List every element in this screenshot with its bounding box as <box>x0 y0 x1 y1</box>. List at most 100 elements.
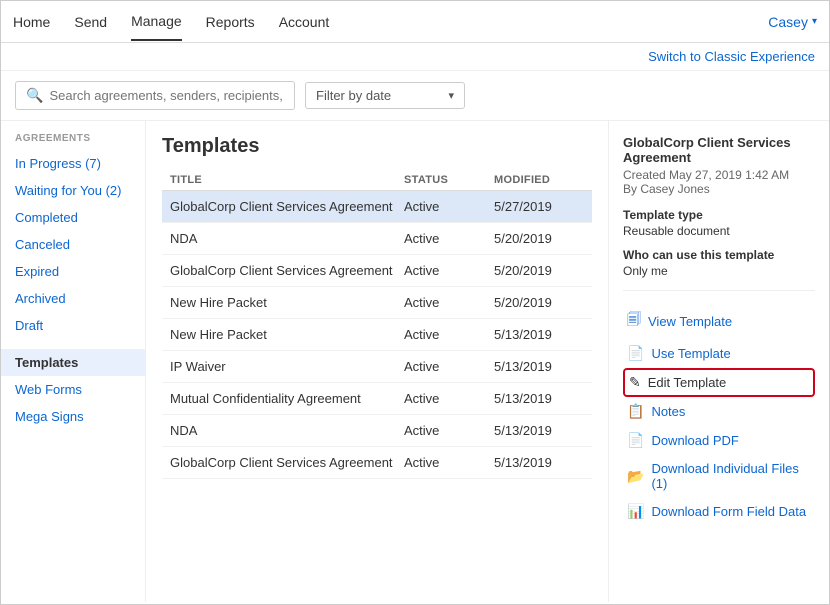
nav-user[interactable]: Casey ▾ <box>768 14 817 30</box>
row-status: Active <box>404 391 494 406</box>
panel-actions: 🗐 View Template 📄 Use Template ✎ Edit Te… <box>623 303 815 526</box>
nav-manage[interactable]: Manage <box>131 3 182 41</box>
sidebar-item-templates[interactable]: Templates <box>1 349 145 376</box>
sidebar: AGREEMENTS In Progress (7) Waiting for Y… <box>1 121 146 602</box>
search-icon: 🔍 <box>26 87 43 104</box>
nav-items: Home Send Manage Reports Account <box>13 3 768 41</box>
table-row[interactable]: Mutual Confidentiality Agreement Active … <box>162 383 592 415</box>
row-date: 5/13/2019 <box>494 455 584 470</box>
filter-date-chevron-icon: ▾ <box>448 89 454 102</box>
user-chevron-icon: ▾ <box>812 16 817 27</box>
pdf-icon: 📄 <box>627 432 644 449</box>
nav-send[interactable]: Send <box>74 4 107 40</box>
panel-action-edit-template[interactable]: ✎ Edit Template <box>623 368 815 397</box>
sidebar-divider <box>1 339 145 349</box>
main-layout: AGREEMENTS In Progress (7) Waiting for Y… <box>1 121 829 602</box>
row-date: 5/13/2019 <box>494 327 584 342</box>
row-date: 5/13/2019 <box>494 359 584 374</box>
top-nav: Home Send Manage Reports Account Casey ▾ <box>1 1 829 43</box>
action-label: Download Individual Files (1) <box>651 461 811 491</box>
table-row[interactable]: New Hire Packet Active 5/20/2019 <box>162 287 592 319</box>
table-row[interactable]: GlobalCorp Client Services Agreement Act… <box>162 255 592 287</box>
row-date: 5/20/2019 <box>494 263 584 278</box>
row-title: NDA <box>170 423 404 438</box>
row-date: 5/13/2019 <box>494 423 584 438</box>
action-label: Download PDF <box>651 433 738 448</box>
row-status: Active <box>404 327 494 342</box>
switch-experience-link[interactable]: Switch to Classic Experience <box>648 49 815 64</box>
search-input[interactable] <box>49 88 284 103</box>
row-title: Mutual Confidentiality Agreement <box>170 391 404 406</box>
nav-reports[interactable]: Reports <box>206 4 255 40</box>
sidebar-item-expired[interactable]: Expired <box>1 258 145 285</box>
row-date: 5/27/2019 <box>494 199 584 214</box>
panel-who-label: Who can use this template <box>623 248 815 262</box>
search-bar: 🔍 Filter by date ▾ <box>1 71 829 121</box>
col-title: TITLE <box>170 174 404 186</box>
action-label: Edit Template <box>648 375 727 390</box>
page-title: Templates <box>162 135 592 158</box>
nav-home[interactable]: Home <box>13 4 50 40</box>
table-row[interactable]: GlobalCorp Client Services Agreement Act… <box>162 447 592 479</box>
action-label: Notes <box>651 404 685 419</box>
user-name: Casey <box>768 14 808 30</box>
switch-experience-bar: Switch to Classic Experience <box>1 43 829 71</box>
row-date: 5/20/2019 <box>494 231 584 246</box>
sidebar-item-completed[interactable]: Completed <box>1 204 145 231</box>
table-row[interactable]: NDA Active 5/13/2019 <box>162 415 592 447</box>
table-body: GlobalCorp Client Services Agreement Act… <box>162 191 592 479</box>
row-title: NDA <box>170 231 404 246</box>
row-status: Active <box>404 423 494 438</box>
sidebar-item-draft[interactable]: Draft <box>1 312 145 339</box>
panel-action-use-template[interactable]: 📄 Use Template <box>623 339 815 368</box>
use-icon: 📄 <box>627 345 644 362</box>
panel-title: GlobalCorp Client Services Agreement <box>623 135 815 165</box>
view-icon: 🗐 <box>627 309 641 333</box>
panel-divider <box>623 290 815 291</box>
row-date: 5/13/2019 <box>494 391 584 406</box>
table-row[interactable]: NDA Active 5/20/2019 <box>162 223 592 255</box>
action-label: Download Form Field Data <box>651 504 806 519</box>
action-label: View Template <box>648 314 732 329</box>
row-status: Active <box>404 295 494 310</box>
row-title: IP Waiver <box>170 359 404 374</box>
table-header: TITLE STATUS MODIFIED <box>162 170 592 191</box>
sidebar-item-archived[interactable]: Archived <box>1 285 145 312</box>
content-area: Templates TITLE STATUS MODIFIED GlobalCo… <box>146 121 609 602</box>
panel-action-download-form[interactable]: 📊 Download Form Field Data <box>623 497 815 526</box>
files-icon: 📂 <box>627 468 644 485</box>
nav-account[interactable]: Account <box>279 4 330 40</box>
row-status: Active <box>404 359 494 374</box>
col-status: STATUS <box>404 174 494 186</box>
panel-created: Created May 27, 2019 1:42 AM By Casey Jo… <box>623 168 815 196</box>
row-date: 5/20/2019 <box>494 295 584 310</box>
panel-action-view-template[interactable]: 🗐 View Template <box>623 303 815 339</box>
row-status: Active <box>404 455 494 470</box>
row-status: Active <box>404 199 494 214</box>
panel-action-notes[interactable]: 📋 Notes <box>623 397 815 426</box>
notes-icon: 📋 <box>627 403 644 420</box>
panel-action-download-individual[interactable]: 📂 Download Individual Files (1) <box>623 455 815 497</box>
col-modified: MODIFIED <box>494 174 584 186</box>
table-row[interactable]: GlobalCorp Client Services Agreement Act… <box>162 191 592 223</box>
sidebar-item-waiting-for-you[interactable]: Waiting for You (2) <box>1 177 145 204</box>
sidebar-item-in-progress[interactable]: In Progress (7) <box>1 150 145 177</box>
filter-date-button[interactable]: Filter by date ▾ <box>305 82 465 109</box>
edit-icon: ✎ <box>629 374 641 391</box>
sidebar-item-web-forms[interactable]: Web Forms <box>1 376 145 403</box>
row-title: GlobalCorp Client Services Agreement <box>170 455 404 470</box>
row-status: Active <box>404 231 494 246</box>
sidebar-item-mega-signs[interactable]: Mega Signs <box>1 403 145 430</box>
search-wrap: 🔍 <box>15 81 295 110</box>
filter-date-label: Filter by date <box>316 88 391 103</box>
panel-who-value: Only me <box>623 264 815 278</box>
row-title: GlobalCorp Client Services Agreement <box>170 263 404 278</box>
panel-action-download-pdf[interactable]: 📄 Download PDF <box>623 426 815 455</box>
row-title: New Hire Packet <box>170 327 404 342</box>
sidebar-item-canceled[interactable]: Canceled <box>1 231 145 258</box>
table-row[interactable]: New Hire Packet Active 5/13/2019 <box>162 319 592 351</box>
row-title: New Hire Packet <box>170 295 404 310</box>
panel-template-type-label: Template type <box>623 208 815 222</box>
table-row[interactable]: IP Waiver Active 5/13/2019 <box>162 351 592 383</box>
sidebar-section-label: AGREEMENTS <box>1 133 145 150</box>
